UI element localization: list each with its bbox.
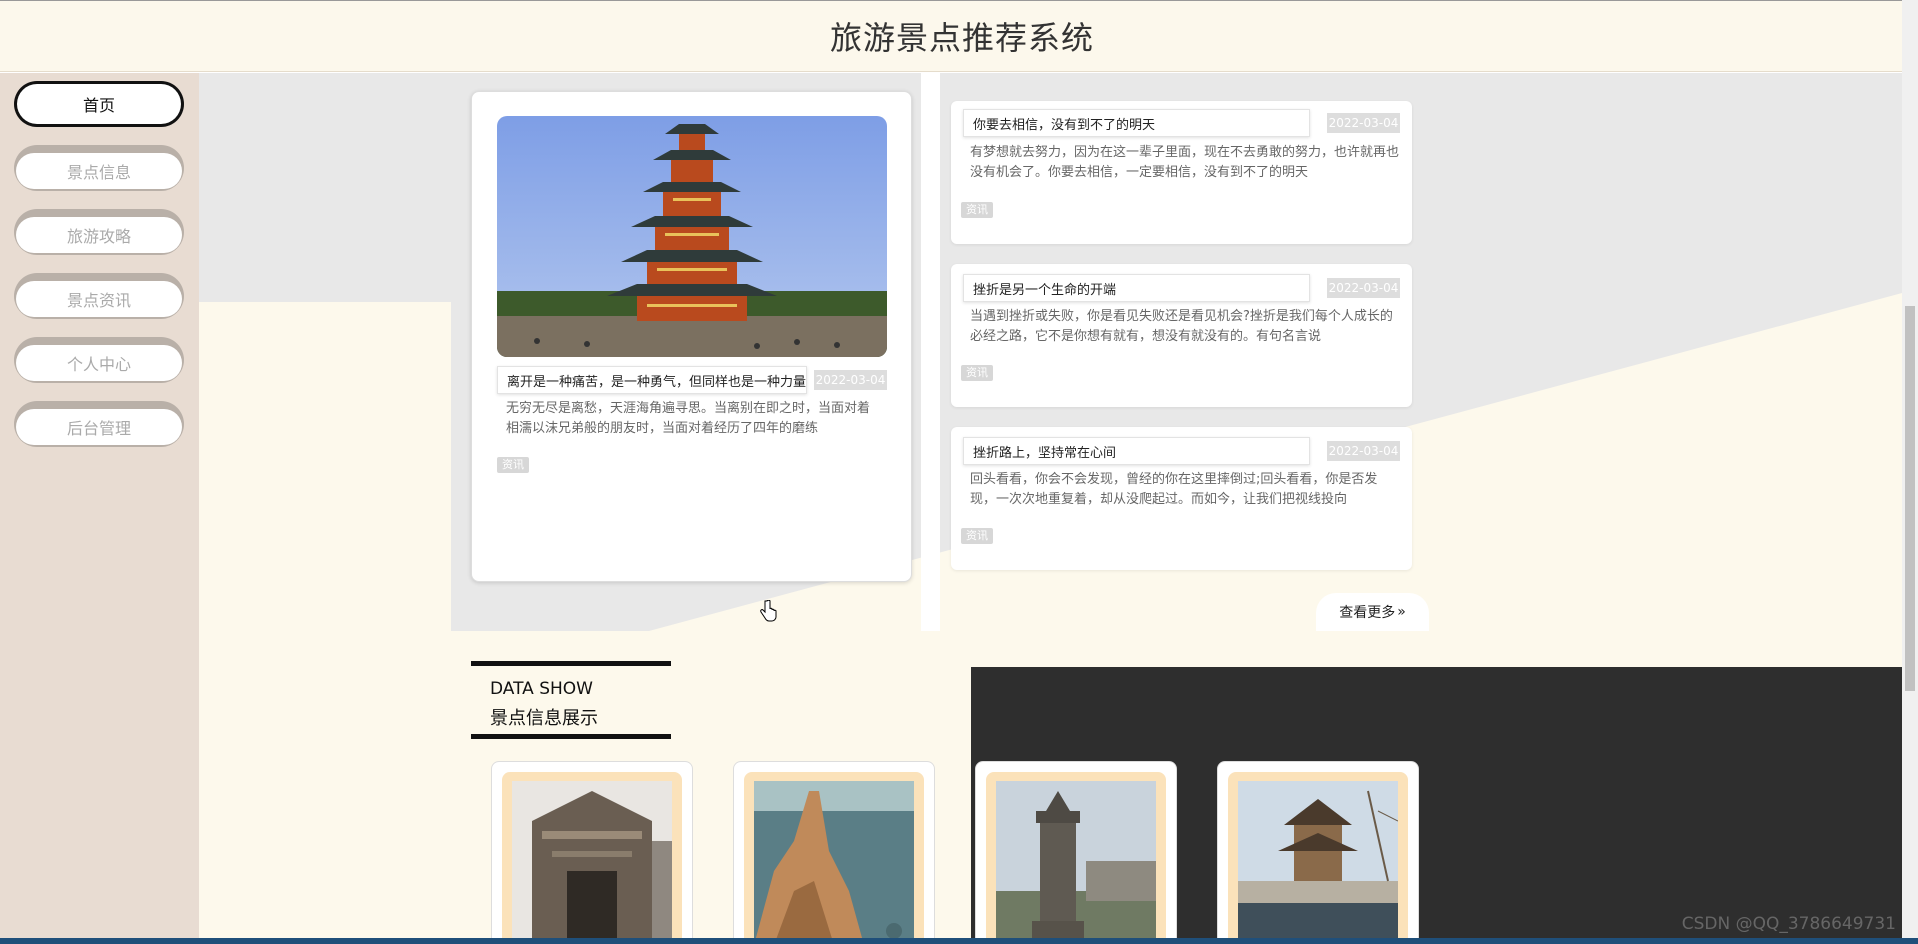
news-title[interactable]: 挫折路上，坚持常在心间 bbox=[963, 437, 1310, 465]
double-chevron-right-icon: » bbox=[1397, 604, 1406, 620]
sidebar-item-label: 景点资讯 bbox=[16, 281, 182, 317]
sidebar-item-home[interactable]: 首页 bbox=[14, 81, 184, 127]
featured-news-tag[interactable]: 资讯 bbox=[497, 457, 529, 473]
news-card[interactable]: 你要去相信，没有到不了的明天 2022-03-04 有梦想就去努力，因为在这一辈… bbox=[951, 101, 1412, 244]
sidebar-item-label: 后台管理 bbox=[16, 409, 182, 445]
sidebar-item-label: 景点信息 bbox=[16, 153, 182, 189]
news-tag[interactable]: 资讯 bbox=[961, 365, 993, 381]
featured-news-excerpt: 无穷无尽是离愁，天涯海角遍寻思。当离别在即之时，当面对着相濡以沫兄弟般的朋友时，… bbox=[506, 401, 871, 436]
attraction-image[interactable] bbox=[512, 781, 672, 944]
featured-image[interactable] bbox=[497, 116, 887, 357]
view-more-label: 查看更多 bbox=[1339, 605, 1396, 621]
news-tag[interactable]: 资讯 bbox=[961, 202, 993, 218]
data-show-title-en: DATA SHOW bbox=[490, 679, 593, 699]
os-taskbar bbox=[0, 938, 1918, 944]
news-excerpt: 回头看看，你会不会发现，曾经的你在这里摔倒过;回头看看，你是否发现，一次次地重复… bbox=[970, 472, 1378, 507]
sidebar-item-attractions[interactable]: 景点信息 bbox=[14, 145, 184, 191]
view-more-button[interactable]: 查看更多 » bbox=[1316, 593, 1429, 631]
data-show-heading: DATA SHOW 景点信息展示 bbox=[471, 661, 671, 739]
news-excerpt: 当遇到挫折或失败，你是看见失败还是看见机会?挫折是我们每个人成长的必经之路，它不… bbox=[970, 309, 1393, 344]
attraction-card[interactable] bbox=[491, 761, 693, 944]
sidebar-item-admin[interactable]: 后台管理 bbox=[14, 401, 184, 447]
sidebar-item-label: 旅游攻略 bbox=[16, 217, 182, 253]
scrollbar-thumb[interactable] bbox=[1905, 306, 1915, 691]
attraction-card-frame bbox=[502, 772, 682, 944]
news-card[interactable]: 挫折路上，坚持常在心间 2022-03-04 回头看看，你会不会发现，曾经的你在… bbox=[951, 427, 1412, 570]
attraction-card[interactable] bbox=[1217, 761, 1419, 944]
attraction-card-frame bbox=[744, 772, 924, 944]
news-excerpt: 有梦想就去努力，因为在这一辈子里面，现在不去勇敢的努力，也许就再也没有机会了。你… bbox=[970, 145, 1400, 180]
featured-news-date: 2022-03-04 bbox=[814, 370, 887, 390]
attraction-image[interactable] bbox=[754, 781, 914, 944]
news-date: 2022-03-04 bbox=[1327, 441, 1400, 461]
attraction-card[interactable] bbox=[975, 761, 1177, 944]
sidebar-item-label: 首页 bbox=[17, 84, 181, 124]
hand-cursor-icon bbox=[760, 600, 777, 622]
news-title[interactable]: 你要去相信，没有到不了的明天 bbox=[963, 109, 1310, 137]
featured-news-title[interactable]: 离开是一种痛苦，是一种勇气，但同样也是一种力量 bbox=[497, 366, 807, 394]
attraction-card-frame bbox=[1228, 772, 1408, 944]
page-title: 旅游景点推荐系统 bbox=[829, 19, 1094, 57]
sidebar-nav: 首页 景点信息 旅游攻略 景点资讯 个人中心 后台管理 bbox=[0, 73, 199, 944]
news-title[interactable]: 挫折是另一个生命的开端 bbox=[963, 274, 1310, 302]
attraction-image[interactable] bbox=[1238, 781, 1398, 944]
news-date: 2022-03-04 bbox=[1327, 113, 1400, 133]
news-tag[interactable]: 资讯 bbox=[961, 528, 993, 544]
attraction-image[interactable] bbox=[996, 781, 1156, 944]
featured-news-card[interactable]: 离开是一种痛苦，是一种勇气，但同样也是一种力量 2022-03-04 无穷无尽是… bbox=[471, 91, 912, 582]
news-date: 2022-03-04 bbox=[1327, 278, 1400, 298]
column-divider bbox=[921, 73, 940, 631]
news-card[interactable]: 挫折是另一个生命的开端 2022-03-04 当遇到挫折或失败，你是看见失败还是… bbox=[951, 264, 1412, 407]
sidebar-item-label: 个人中心 bbox=[16, 345, 182, 381]
sidebar-item-guides[interactable]: 旅游攻略 bbox=[14, 209, 184, 255]
sidebar-item-news[interactable]: 景点资讯 bbox=[14, 273, 184, 319]
page-header: 旅游景点推荐系统 bbox=[0, 0, 1902, 72]
attraction-card-frame bbox=[986, 772, 1166, 944]
data-show-title-cn: 景点信息展示 bbox=[490, 708, 598, 729]
watermark: CSDN @QQ_3786649731 bbox=[1681, 914, 1896, 934]
attraction-card[interactable] bbox=[733, 761, 935, 944]
sidebar-item-profile[interactable]: 个人中心 bbox=[14, 337, 184, 383]
decorative-strip bbox=[199, 302, 451, 631]
